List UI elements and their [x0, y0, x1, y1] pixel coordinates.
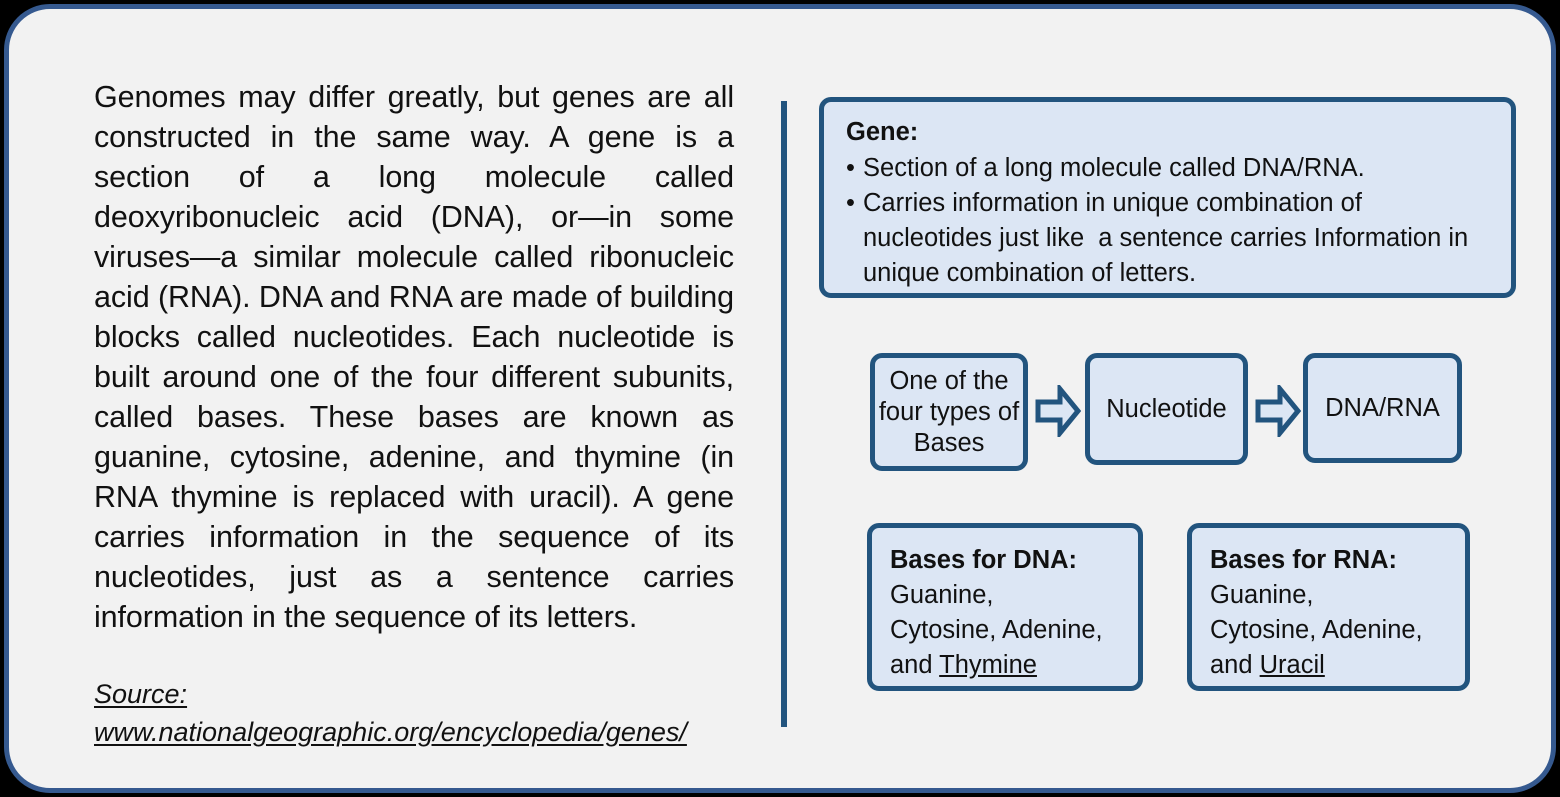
gene-bullet-1: Section of a long molecule called DNA/RN…: [846, 151, 1495, 186]
dna-base-line-3: and Thymine: [890, 648, 1128, 683]
source-url-link[interactable]: www.nationalgeographic.org/encyclopedia/…: [94, 713, 687, 751]
flow-step-dna-rna: DNA/RNA: [1303, 353, 1462, 463]
rna-base-line-3: and Uracil: [1210, 648, 1455, 683]
flow-step-nucleotide: Nucleotide: [1085, 353, 1248, 465]
slide-canvas: Genomes may differ greatly, but genes ar…: [0, 0, 1560, 797]
rna-base-line-2: Cytosine, Adenine,: [1210, 616, 1423, 644]
gene-bullet-2: Carries information in unique combinatio…: [846, 186, 1495, 291]
rna-base-line-1: Guanine,: [1210, 581, 1314, 609]
gene-box-title: Gene:: [846, 118, 919, 146]
rna-base-line-3-prefix: and: [1210, 651, 1260, 679]
right-block-arrow-icon-2: [1255, 381, 1302, 441]
dna-box-title: Bases for DNA:: [890, 546, 1078, 574]
bases-for-rna-box: Bases for RNA: Guanine, Cytosine, Adenin…: [1187, 523, 1470, 691]
gene-definition-box: Gene: Section of a long molecule called …: [819, 97, 1516, 298]
right-block-arrow-icon: [1035, 381, 1082, 441]
left-text-column: Genomes may differ greatly, but genes ar…: [94, 77, 734, 751]
dna-base-thymine: Thymine: [939, 651, 1037, 679]
dna-base-line-3-prefix: and: [890, 651, 940, 679]
source-citation: Source: www.nationalgeographic.org/encyc…: [94, 675, 734, 751]
source-label: Source:: [94, 679, 188, 709]
rna-base-uracil: Uracil: [1259, 651, 1325, 679]
bases-for-dna-box: Bases for DNA: Guanine, Cytosine, Adenin…: [867, 523, 1143, 691]
vertical-divider: [781, 101, 787, 727]
dna-base-line-1: Guanine,: [890, 581, 994, 609]
content-card: Genomes may differ greatly, but genes ar…: [4, 4, 1556, 793]
rna-box-title: Bases for RNA:: [1210, 546, 1398, 574]
flow-step-bases: One of the four types of Bases: [870, 353, 1028, 471]
genes-description-paragraph: Genomes may differ greatly, but genes ar…: [94, 80, 734, 634]
dna-base-line-2: Cytosine, Adenine,: [890, 616, 1103, 644]
